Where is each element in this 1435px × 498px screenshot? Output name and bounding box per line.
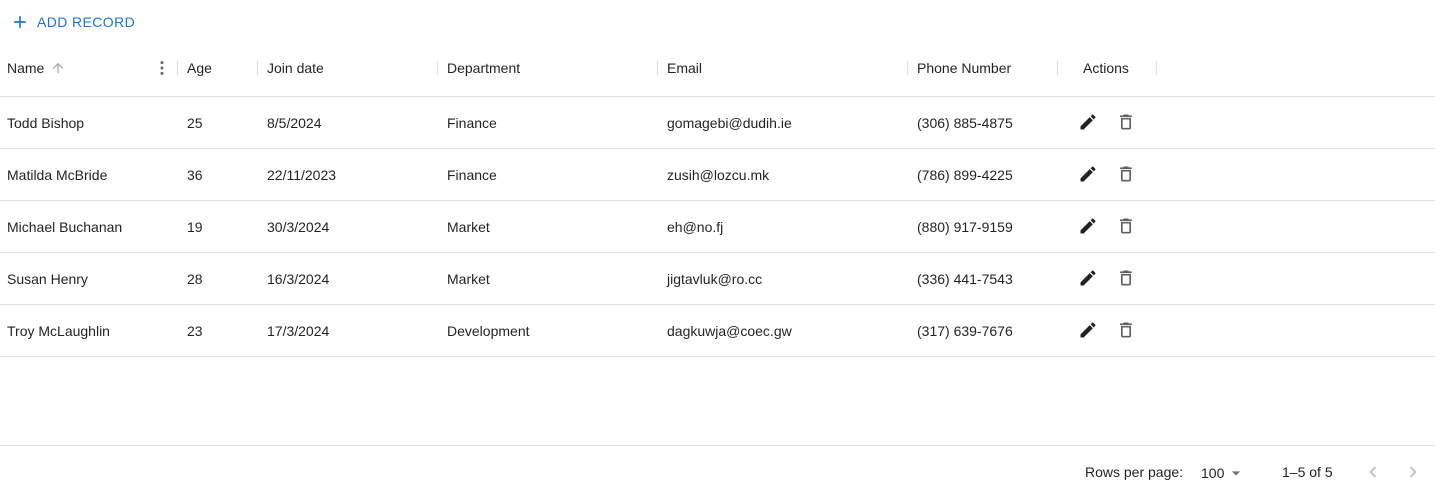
column-header-actions: Actions [1083,40,1129,96]
table-row[interactable]: Todd Bishop 25 8/5/2024 Finance gomagebi… [0,97,1435,149]
edit-button[interactable] [1076,214,1100,238]
cell-age[interactable]: 23 [187,305,203,356]
rows-per-page-label: Rows per page: [1085,464,1184,480]
trash-icon [1120,166,1132,182]
chevron-left-icon [1369,466,1377,478]
column-header-actions-label: Actions [1083,60,1129,76]
previous-page-button[interactable] [1361,460,1385,484]
data-grid: Name Age Join date Department Email Phon… [0,40,1435,357]
column-separator[interactable] [907,61,908,75]
arrow-up-icon[interactable] [50,60,66,76]
cell-name[interactable]: Todd Bishop [7,97,84,148]
trash-icon [1120,218,1132,234]
rows-per-page-value: 100 [1201,465,1225,481]
cell-phone[interactable]: (880) 917-9159 [917,201,1013,252]
edit-button[interactable] [1076,162,1100,186]
rows-per-page-select[interactable]: 100 [1201,463,1246,483]
pencil-icon [1080,114,1096,130]
cell-phone[interactable]: (786) 899-4225 [917,149,1013,200]
column-separator[interactable] [657,61,658,75]
delete-button[interactable] [1114,162,1138,186]
cell-name[interactable]: Michael Buchanan [7,201,122,252]
edit-button[interactable] [1076,110,1100,134]
cell-join-date[interactable]: 30/3/2024 [267,201,329,252]
add-record-label: ADD RECORD [37,14,136,30]
delete-button[interactable] [1114,214,1138,238]
cell-name[interactable]: Susan Henry [7,253,88,304]
trash-icon [1120,270,1132,286]
cell-department[interactable]: Finance [447,97,497,148]
column-header-department-label: Department [447,60,521,76]
column-header-name-label: Name [7,60,45,76]
cell-join-date[interactable]: 17/3/2024 [267,305,329,356]
edit-button[interactable] [1076,318,1100,342]
column-header-email[interactable]: Email [667,40,702,96]
next-page-button[interactable] [1401,460,1425,484]
cell-age[interactable]: 36 [187,149,203,200]
delete-button[interactable] [1114,318,1138,342]
pagination-range: 1–5 of 5 [1282,464,1333,480]
cell-department[interactable]: Market [447,253,490,304]
column-separator [1156,61,1157,75]
table-row[interactable]: Michael Buchanan 19 30/3/2024 Market eh@… [0,201,1435,253]
grid-header: Name Age Join date Department Email Phon… [0,40,1435,97]
column-header-phone-label: Phone Number [917,60,1012,76]
column-header-join-date-label: Join date [267,60,324,76]
column-header-age-label: Age [187,60,212,76]
cell-email[interactable]: dagkuwja@coec.gw [667,305,792,356]
column-header-email-label: Email [667,60,703,76]
cell-department[interactable]: Market [447,201,490,252]
cell-age[interactable]: 19 [187,201,203,252]
column-separator[interactable] [257,61,258,75]
trash-icon [1120,114,1132,130]
pencil-icon [1080,270,1096,286]
column-separator[interactable] [437,61,438,75]
table-row[interactable]: Troy McLaughlin 23 17/3/2024 Development… [0,305,1435,357]
table-row[interactable]: Susan Henry 28 16/3/2024 Market jigtavlu… [0,253,1435,305]
cell-name[interactable]: Troy McLaughlin [7,305,110,356]
cell-join-date[interactable]: 22/11/2023 [267,149,336,200]
column-header-join-date[interactable]: Join date [267,40,324,96]
cell-email[interactable]: zusih@lozcu.mk [667,149,769,200]
edit-button[interactable] [1076,266,1100,290]
cell-join-date[interactable]: 8/5/2024 [267,97,322,148]
delete-button[interactable] [1114,110,1138,134]
trash-icon [1120,322,1132,338]
chevron-right-icon [1409,466,1417,478]
cell-department[interactable]: Finance [447,149,497,200]
cell-email[interactable]: gomagebi@dudih.ie [667,97,792,148]
column-separator[interactable] [1057,61,1058,75]
cell-phone[interactable]: (306) 885-4875 [917,97,1013,148]
column-header-department[interactable]: Department [447,40,520,96]
column-separator[interactable] [177,61,178,75]
cell-phone[interactable]: (317) 639-7676 [917,305,1013,356]
data-grid-page: ADD RECORD Name Age Join date Department… [0,0,1435,498]
cell-age[interactable]: 28 [187,253,203,304]
plus-icon [14,16,26,28]
cell-name[interactable]: Matilda McBride [7,149,107,200]
column-header-phone[interactable]: Phone Number [917,40,1011,96]
add-record-button[interactable]: ADD RECORD [6,6,139,38]
cell-join-date[interactable]: 16/3/2024 [267,253,329,304]
pencil-icon [1080,218,1096,234]
cell-department[interactable]: Development [447,305,530,356]
more-vertical-icon[interactable] [152,58,172,78]
cell-age[interactable]: 25 [187,97,203,148]
pencil-icon [1080,322,1096,338]
cell-email[interactable]: jigtavluk@ro.cc [667,253,762,304]
delete-button[interactable] [1114,266,1138,290]
pencil-icon [1080,166,1096,182]
caret-down-icon [1232,471,1241,476]
cell-email[interactable]: eh@no.fj [667,201,723,252]
column-header-name[interactable]: Name [7,40,66,96]
column-header-age[interactable]: Age [187,40,212,96]
table-row[interactable]: Matilda McBride 36 22/11/2023 Finance zu… [0,149,1435,201]
grid-toolbar: ADD RECORD [0,0,1435,44]
grid-footer: Rows per page: 100 1–5 of 5 [0,445,1435,498]
cell-phone[interactable]: (336) 441-7543 [917,253,1013,304]
